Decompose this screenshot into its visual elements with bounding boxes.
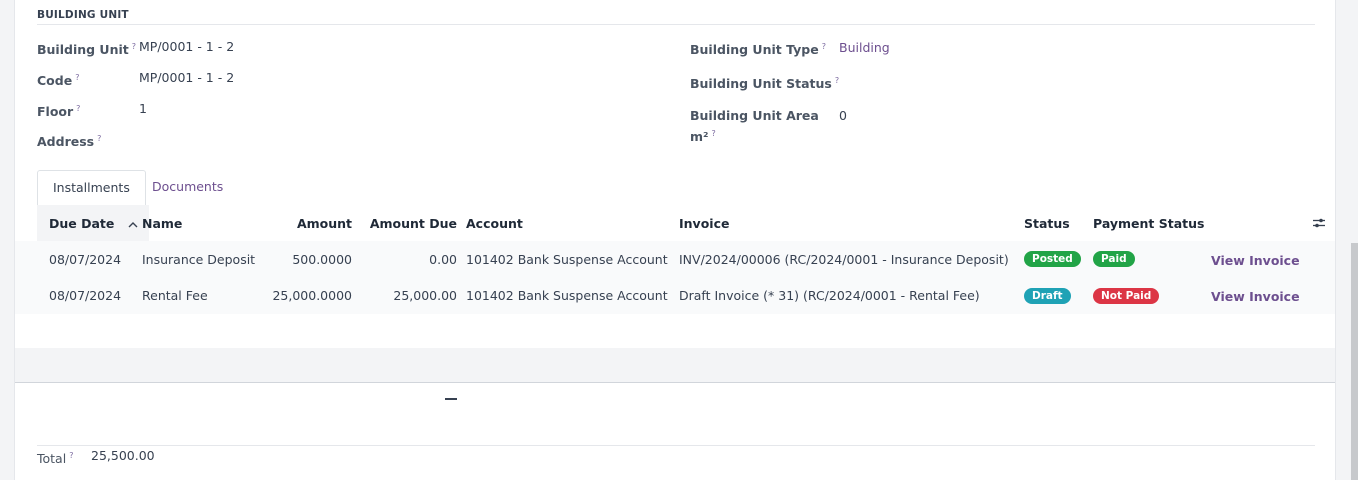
scrollbar-thumb[interactable] <box>1351 243 1358 480</box>
total-value: 25,500.00 <box>91 448 155 463</box>
section-divider <box>37 24 1315 25</box>
building-unit-area-label-line2: m² <box>690 129 709 145</box>
empty-row <box>15 314 1335 349</box>
building-unit-area-label-line2-wrap: m²? <box>690 125 819 146</box>
building-unit-label-text: Building Unit <box>37 42 129 58</box>
help-icon[interactable]: ? <box>76 104 80 113</box>
amount-cell: 25,000.0000 <box>272 288 352 303</box>
status-cell: Posted <box>1024 241 1081 277</box>
column-header-account[interactable]: Account <box>466 205 523 241</box>
view-invoice-link[interactable]: View Invoice <box>1211 253 1300 268</box>
code-label: Code? <box>37 69 79 90</box>
notebook-tabs: Installments Documents <box>15 170 1335 206</box>
building-unit-value: MP/0001 - 1 - 2 <box>139 39 235 54</box>
account-cell: 101402 Bank Suspense Account <box>466 251 668 267</box>
due-date-cell: 08/07/2024 <box>49 288 122 303</box>
payment-status-cell: Not Paid <box>1093 277 1160 314</box>
amount-due-cell: 25,000.00 <box>393 288 457 303</box>
name-cell: Rental Fee <box>142 288 208 303</box>
floor-label-text: Floor <box>37 104 74 120</box>
help-icon[interactable]: ? <box>835 76 839 85</box>
column-header-name[interactable]: Name <box>142 205 182 241</box>
floor-label: Floor? <box>37 100 80 121</box>
code-value: MP/0001 - 1 - 2 <box>139 70 235 85</box>
tab-documents[interactable]: Documents <box>137 170 238 204</box>
chevron-up-icon <box>128 216 138 231</box>
building-unit-type-label-text: Building Unit Type <box>690 42 819 58</box>
building-unit-area-value: 0 <box>839 108 847 123</box>
amount-due-cell: 0.00 <box>429 251 457 267</box>
total-label: Total? <box>37 447 73 468</box>
building-unit-area-label-line1: Building Unit Area <box>690 108 819 123</box>
status-badge: Posted <box>1024 251 1081 267</box>
building-unit-label: Building Unit? <box>37 38 136 59</box>
help-icon[interactable]: ? <box>822 42 826 51</box>
status-badge: Draft <box>1024 287 1071 304</box>
total-label-text: Total <box>37 451 67 467</box>
table-header: Due Date Name Amount Amount Due Account … <box>15 205 1335 242</box>
amount-cell: 500.0000 <box>292 251 352 267</box>
column-header-invoice[interactable]: Invoice <box>679 205 729 241</box>
code-label-text: Code <box>37 73 73 89</box>
building-unit-type-label: Building Unit Type? <box>690 38 826 59</box>
building-unit-area-label: Building Unit Area m²? <box>690 107 819 146</box>
floor-value: 1 <box>139 101 147 116</box>
section-title: BUILDING UNIT <box>37 9 129 21</box>
view-invoice-link[interactable]: View Invoice <box>1211 289 1300 304</box>
column-header-due-date[interactable]: Due Date <box>37 205 149 241</box>
totals-divider <box>37 445 1315 446</box>
payment-status-badge: Not Paid <box>1093 287 1160 304</box>
view-invoice-button[interactable]: View Invoice <box>1211 242 1300 278</box>
column-header-payment-status[interactable]: Payment Status <box>1093 205 1204 241</box>
help-icon[interactable]: ? <box>97 134 101 143</box>
help-icon[interactable]: ? <box>132 42 136 51</box>
address-label: Address? <box>37 130 101 151</box>
column-resize-dash <box>445 398 457 400</box>
help-icon[interactable]: ? <box>712 129 716 138</box>
table-row[interactable]: 08/07/2024 Insurance Deposit 500.0000 0.… <box>15 241 1335 278</box>
name-cell: Insurance Deposit <box>142 251 256 267</box>
invoice-cell: Draft Invoice (* 31) (RC/2024/0001 - Ren… <box>679 288 980 303</box>
account-cell: 101402 Bank Suspense Account <box>466 288 668 303</box>
status-cell: Draft <box>1024 277 1071 314</box>
building-unit-status-label-text: Building Unit Status <box>690 76 832 92</box>
tab-installments[interactable]: Installments <box>37 170 146 206</box>
empty-row <box>15 348 1335 383</box>
sliders-icon[interactable] <box>1312 205 1326 241</box>
address-label-text: Address <box>37 134 95 150</box>
vertical-scrollbar[interactable] <box>1336 0 1358 480</box>
column-header-amount[interactable]: Amount <box>255 205 352 241</box>
view-invoice-button[interactable]: View Invoice <box>1211 278 1300 315</box>
invoice-cell: INV/2024/00006 (RC/2024/0001 - Insurance… <box>679 251 1009 267</box>
help-icon[interactable]: ? <box>69 451 73 460</box>
column-header-status[interactable]: Status <box>1024 205 1070 241</box>
form-sheet: BUILDING UNIT Building Unit? MP/0001 - 1… <box>14 0 1336 480</box>
payment-status-cell: Paid <box>1093 241 1135 277</box>
due-date-cell: 08/07/2024 <box>49 251 122 267</box>
column-header-due-date-text: Due Date <box>49 215 115 231</box>
column-header-amount-due[interactable]: Amount Due <box>355 205 457 241</box>
table-row[interactable]: 08/07/2024 Rental Fee 25,000.0000 25,000… <box>15 277 1335 315</box>
building-unit-status-label: Building Unit Status? <box>690 72 839 93</box>
building-unit-type-value[interactable]: Building <box>839 39 890 57</box>
help-icon[interactable]: ? <box>75 73 79 82</box>
payment-status-badge: Paid <box>1093 251 1135 267</box>
